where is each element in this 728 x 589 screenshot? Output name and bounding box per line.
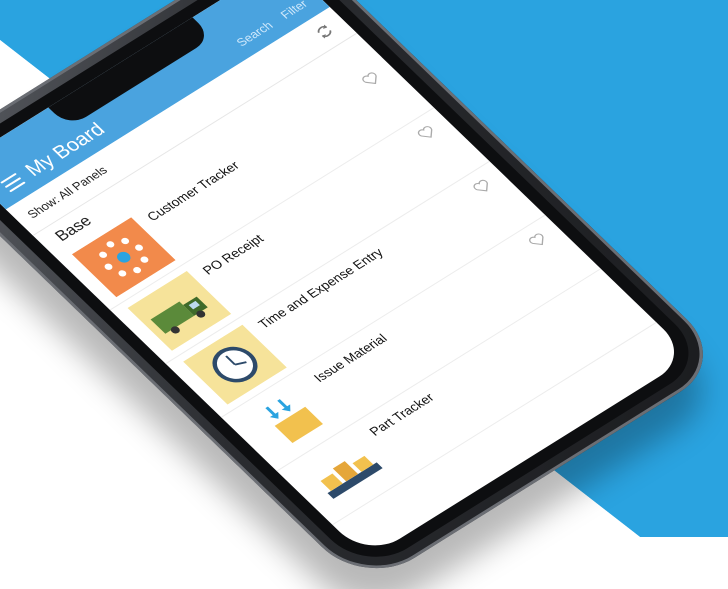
favorite-heart-icon[interactable] [470, 177, 494, 196]
hamburger-menu-icon[interactable] [0, 172, 26, 193]
filter-link[interactable]: Filter [278, 0, 311, 21]
favorite-heart-icon[interactable] [359, 70, 383, 89]
refresh-icon[interactable] [312, 22, 337, 42]
favorite-heart-icon[interactable] [526, 231, 550, 250]
favorite-heart-icon[interactable] [415, 124, 439, 143]
panel-name: Customer Tracker [143, 158, 243, 224]
